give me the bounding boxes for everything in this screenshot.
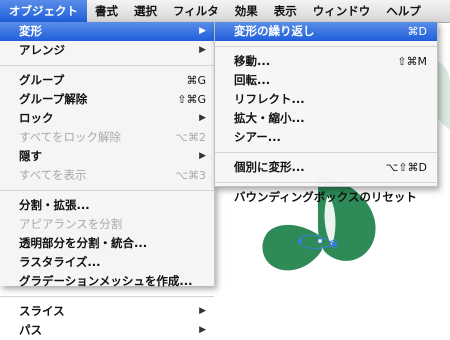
menu-item-flatten-transparency[interactable]: 透明部分を分割・統合... bbox=[0, 234, 214, 253]
submenu-arrow-icon: ▶ bbox=[199, 306, 206, 316]
menu-item-label: 隠す bbox=[19, 149, 42, 163]
menu-item-shortcut: ⌥⇧⌘D bbox=[385, 161, 427, 174]
menu-item-rasterize[interactable]: ラスタライズ... bbox=[0, 253, 214, 272]
menu-item-group[interactable]: グループ ⌘G bbox=[0, 71, 214, 90]
menu-bar: オブジェクト 書式 選択 フィルタ 効果 表示 ウィンドウ ヘルプ bbox=[0, 0, 450, 23]
leaf-shape-left bbox=[262, 224, 322, 271]
anchor-point[interactable] bbox=[298, 239, 302, 243]
menu-item-label: すべてをロック解除 bbox=[19, 130, 122, 144]
submenu-item-transform-again[interactable]: 変形の繰り返し ⌘D bbox=[215, 22, 437, 41]
menu-item-label: リフレクト... bbox=[234, 92, 305, 106]
menu-item-expand[interactable]: 分割・拡張... bbox=[0, 196, 214, 215]
menu-object[interactable]: オブジェクト bbox=[0, 0, 87, 22]
menu-separator bbox=[0, 65, 214, 66]
menu-item-label: グループ bbox=[19, 73, 65, 87]
submenu-item-move[interactable]: 移動... ⇧⌘M bbox=[215, 52, 437, 71]
menu-item-label: バウンディングボックスのリセット bbox=[234, 190, 417, 204]
submenu-arrow-icon: ▶ bbox=[199, 26, 206, 36]
anchor-point[interactable] bbox=[332, 242, 336, 246]
menu-item-path[interactable]: パス ▶ bbox=[0, 321, 214, 340]
menu-item-label: 変形 bbox=[19, 24, 42, 38]
menu-item-ungroup[interactable]: グループ解除 ⇧⌘G bbox=[0, 90, 214, 109]
menu-item-arrange[interactable]: アレンジ ▶ bbox=[0, 41, 214, 60]
menu-item-label: ロック bbox=[19, 111, 54, 125]
submenu-item-reset-bounding-box[interactable]: バウンディングボックスのリセット bbox=[215, 188, 437, 207]
menu-item-hide[interactable]: 隠す ▶ bbox=[0, 147, 214, 166]
menu-help[interactable]: ヘルプ bbox=[378, 0, 429, 22]
menu-item-shortcut: ⌘G bbox=[186, 74, 206, 87]
menu-effect[interactable]: 効果 bbox=[227, 0, 266, 22]
menu-item-label: 個別に変形... bbox=[234, 160, 305, 174]
submenu-arrow-icon: ▶ bbox=[199, 113, 206, 123]
menu-window[interactable]: ウィンドウ bbox=[305, 0, 379, 22]
menu-filter[interactable]: フィルタ bbox=[165, 0, 227, 22]
menu-item-label: 変形の繰り返し bbox=[234, 24, 315, 38]
menu-separator bbox=[0, 296, 214, 297]
transform-submenu: 変形の繰り返し ⌘D 移動... ⇧⌘M 回転... リフレクト... 拡大・縮… bbox=[214, 22, 438, 204]
menu-item-shortcut: ⌥⌘3 bbox=[175, 169, 206, 182]
menu-item-label: 移動... bbox=[234, 54, 271, 68]
menu-item-label: アレンジ bbox=[19, 43, 65, 57]
menu-type[interactable]: 書式 bbox=[87, 0, 126, 22]
menu-item-transform[interactable]: 変形 ▶ bbox=[0, 22, 214, 41]
menu-item-unlock-all[interactable]: すべてをロック解除 ⌥⌘2 bbox=[0, 128, 214, 147]
menu-item-label: 拡大・縮小... bbox=[234, 111, 305, 125]
submenu-arrow-icon: ▶ bbox=[199, 151, 206, 161]
submenu-item-transform-each[interactable]: 個別に変形... ⌥⇧⌘D bbox=[215, 158, 437, 177]
menu-item-label: ラスタライズ... bbox=[19, 255, 101, 269]
submenu-item-scale[interactable]: 拡大・縮小... bbox=[215, 109, 437, 128]
menu-item-label: 分割・拡張... bbox=[19, 198, 90, 212]
menu-separator bbox=[215, 152, 437, 153]
menu-view[interactable]: 表示 bbox=[266, 0, 305, 22]
menu-separator bbox=[0, 190, 214, 191]
submenu-arrow-icon: ▶ bbox=[199, 45, 206, 55]
menu-item-slice[interactable]: スライス ▶ bbox=[0, 302, 214, 321]
menu-item-label: すべてを表示 bbox=[19, 168, 87, 182]
submenu-item-shear[interactable]: シアー... bbox=[215, 128, 437, 147]
menu-select[interactable]: 選択 bbox=[126, 0, 165, 22]
menu-item-label: 透明部分を分割・統合... bbox=[19, 236, 148, 250]
menu-item-shortcut: ⌘D bbox=[407, 25, 427, 38]
menu-item-label: 回転... bbox=[234, 73, 271, 87]
menu-item-label: パス bbox=[19, 323, 42, 337]
menu-item-shortcut: ⇧⌘M bbox=[397, 55, 427, 68]
menu-separator bbox=[215, 182, 437, 183]
object-menu-dropdown: 変形 ▶ アレンジ ▶ グループ ⌘G グループ解除 ⇧⌘G ロック ▶ すべて… bbox=[0, 22, 215, 337]
menu-item-label: グループ解除 bbox=[19, 92, 88, 106]
menu-separator bbox=[215, 46, 437, 47]
submenu-item-reflect[interactable]: リフレクト... bbox=[215, 90, 437, 109]
menu-item-label: スライス bbox=[19, 304, 65, 318]
menu-item-label: シアー... bbox=[234, 130, 281, 144]
submenu-arrow-icon: ▶ bbox=[199, 325, 206, 335]
menu-item-expand-appearance[interactable]: アピアランスを分割 bbox=[0, 215, 214, 234]
menu-item-gradient-mesh[interactable]: グラデーションメッシュを作成... bbox=[0, 272, 214, 291]
menu-item-shortcut: ⌥⌘2 bbox=[175, 131, 206, 144]
anchor-point[interactable] bbox=[317, 238, 323, 244]
menu-item-lock[interactable]: ロック ▶ bbox=[0, 109, 214, 128]
menu-item-label: アピアランスを分割 bbox=[19, 217, 123, 231]
submenu-item-rotate[interactable]: 回転... bbox=[215, 71, 437, 90]
menu-item-shortcut: ⇧⌘G bbox=[177, 93, 206, 106]
menu-item-show-all[interactable]: すべてを表示 ⌥⌘3 bbox=[0, 166, 214, 185]
